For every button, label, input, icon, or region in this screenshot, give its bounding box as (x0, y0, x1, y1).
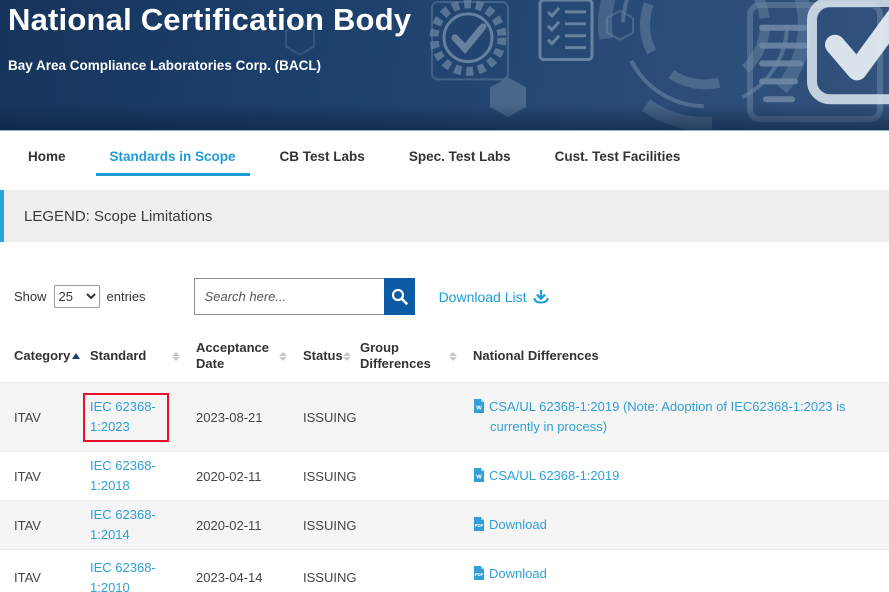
tab-home[interactable]: Home (28, 149, 66, 176)
national-differences-link[interactable]: w CSA/UL 62368-1:2019 (473, 466, 619, 486)
status-cell: ISSUING (303, 501, 360, 549)
pdf-doc-icon: PDF (473, 566, 485, 580)
tab-cust-test-facilities[interactable]: Cust. Test Facilities (555, 149, 681, 176)
category-cell: ITAV (14, 383, 90, 451)
national-differences-cell: PDF Download (473, 550, 875, 592)
status-cell: ISSUING (303, 383, 360, 451)
download-list-link[interactable]: Download List (439, 289, 549, 305)
svg-text:w: w (475, 405, 482, 412)
svg-text:PDF: PDF (475, 572, 484, 577)
status-cell: ISSUING (303, 550, 360, 592)
table-row: ITAV IEC 62368-1:2023 2023-08-21 ISSUING… (0, 382, 889, 451)
hero-bottom-shade (0, 104, 889, 130)
page-subtitle: Bay Area Compliance Laboratories Corp. (… (8, 58, 321, 73)
table-row: ITAV IEC 62368-1:2010 2023-04-14 ISSUING… (0, 549, 889, 592)
sort-ascending-icon (72, 353, 80, 359)
word-doc-icon: w (473, 468, 485, 482)
page-title: National Certification Body (8, 2, 411, 38)
search-input[interactable] (194, 278, 384, 315)
column-header-group-differences[interactable]: Group Differences (360, 340, 473, 372)
standard-cell: IEC 62368-1:2010 (90, 550, 196, 592)
entries-count-select[interactable]: 25 (54, 285, 100, 308)
word-doc-icon: w (473, 399, 485, 413)
sort-icon (279, 352, 287, 361)
legend-bar: LEGEND: Scope Limitations (0, 190, 889, 242)
standard-link[interactable]: IEC 62368-1:2023 (90, 397, 162, 437)
column-header-standard[interactable]: Standard (90, 340, 196, 372)
sort-icon (343, 352, 351, 361)
svg-text:PDF: PDF (475, 523, 484, 528)
pdf-doc-icon: PDF (473, 517, 485, 531)
search-button[interactable] (384, 278, 415, 315)
column-header-acceptance-date[interactable]: Acceptance Date (196, 340, 303, 372)
acceptance-date-cell: 2023-08-21 (196, 383, 303, 451)
standard-link[interactable]: IEC 62368-1:2014 (90, 505, 162, 545)
tab-cb-test-labs[interactable]: CB Test Labs (280, 149, 365, 176)
column-header-status[interactable]: Status (303, 340, 360, 372)
standard-cell: IEC 62368-1:2018 (90, 452, 196, 500)
entries-label: entries (107, 289, 146, 304)
standard-cell: IEC 62368-1:2014 (90, 501, 196, 549)
hero-banner: National Certification Body Bay Area Com… (0, 0, 889, 131)
standard-link[interactable]: IEC 62368-1:2018 (90, 456, 162, 496)
category-cell: ITAV (14, 452, 90, 500)
sort-icon (449, 352, 457, 361)
acceptance-date-cell: 2020-02-11 (196, 501, 303, 549)
group-differences-cell (360, 501, 473, 549)
national-differences-cell: w CSA/UL 62368-1:2019 (Note: Adoption of… (473, 383, 875, 451)
standards-table: Category Standard Acceptance Date Status… (0, 330, 889, 592)
status-cell: ISSUING (303, 452, 360, 500)
category-cell: ITAV (14, 550, 90, 592)
download-file-link[interactable]: PDF Download (473, 515, 548, 535)
tab-standards-in-scope[interactable]: Standards in Scope (110, 149, 236, 176)
group-differences-cell (360, 383, 473, 451)
group-differences-cell (360, 452, 473, 500)
legend-text: LEGEND: Scope Limitations (24, 208, 212, 225)
standard-cell: IEC 62368-1:2023 (90, 383, 196, 451)
national-differences-link[interactable]: w CSA/UL 62368-1:2019 (Note: Adoption of… (473, 397, 865, 437)
download-list-label: Download List (439, 289, 527, 305)
table-row: ITAV IEC 62368-1:2014 2020-02-11 ISSUING… (0, 500, 889, 549)
national-differences-cell: PDF Download (473, 501, 875, 549)
search-box (194, 278, 415, 315)
download-file-link[interactable]: PDF Download (473, 564, 548, 584)
national-differences-cell: w CSA/UL 62368-1:2019 (473, 452, 875, 500)
highlight-box: IEC 62368-1:2023 (83, 393, 169, 442)
show-label: Show (14, 289, 47, 304)
column-header-national-differences: National Differences (473, 340, 875, 372)
acceptance-date-cell: 2023-04-14 (196, 550, 303, 592)
table-row: ITAV IEC 62368-1:2018 2020-02-11 ISSUING… (0, 451, 889, 500)
search-icon (391, 288, 408, 305)
svg-text:w: w (475, 474, 482, 481)
category-cell: ITAV (14, 501, 90, 549)
tab-spec-test-labs[interactable]: Spec. Test Labs (409, 149, 511, 176)
standard-link[interactable]: IEC 62368-1:2010 (90, 558, 162, 592)
table-controls: Show 25 entries Download List (14, 278, 875, 315)
sort-icon (172, 352, 180, 361)
main-nav: Home Standards in Scope CB Test Labs Spe… (0, 131, 889, 190)
entries-per-page-control: Show 25 entries (14, 285, 146, 308)
column-header-category[interactable]: Category (14, 340, 90, 372)
download-icon (533, 289, 549, 304)
group-differences-cell (360, 550, 473, 592)
acceptance-date-cell: 2020-02-11 (196, 452, 303, 500)
table-header-row: Category Standard Acceptance Date Status… (0, 330, 889, 382)
